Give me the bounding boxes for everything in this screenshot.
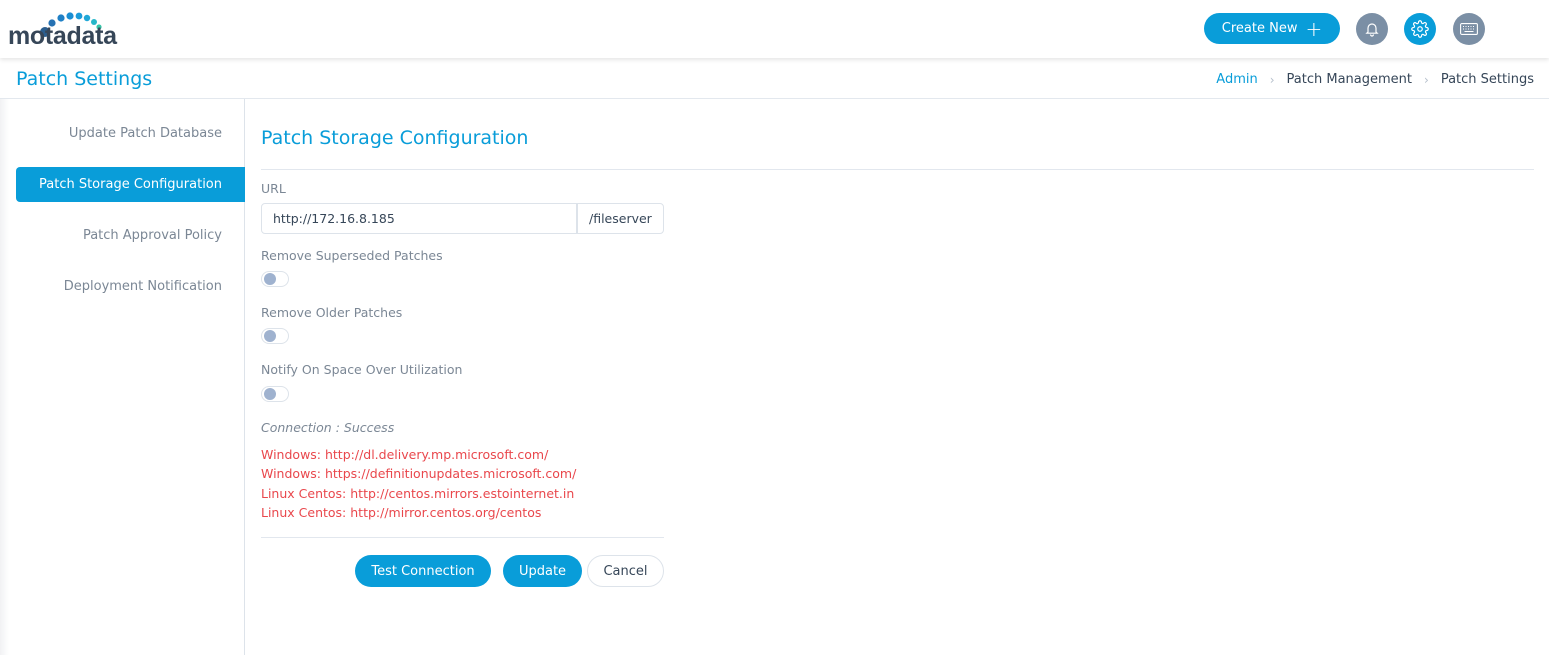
cancel-button[interactable]: Cancel xyxy=(587,555,664,587)
sidebar-item-update-patch-database[interactable]: Update Patch Database xyxy=(16,116,245,151)
repository-url: Linux Centos: http://mirror.centos.org/c… xyxy=(261,504,542,520)
chevron-right-icon: › xyxy=(1424,72,1429,87)
toggle-knob xyxy=(264,273,276,285)
plus-icon: + xyxy=(1305,16,1323,41)
connection-status: Connection : Success xyxy=(261,420,395,435)
keyboard-icon xyxy=(1460,23,1478,35)
logo-text: motadata xyxy=(8,22,117,50)
chevron-right-icon: › xyxy=(1269,72,1275,87)
repository-url: Linux Centos: http://centos.mirrors.esto… xyxy=(261,485,575,501)
remove-older-label: Remove Older Patches xyxy=(261,305,403,320)
notify-space-label: Notify On Space Over Utilization xyxy=(261,362,463,377)
test-connection-button[interactable]: Test Connection xyxy=(355,555,491,587)
breadcrumb-patch-management[interactable]: Patch Management xyxy=(1287,72,1412,87)
settings-sidebar: Update Patch Database Patch Storage Conf… xyxy=(0,99,245,655)
divider xyxy=(261,169,1534,170)
section-title: Patch Storage Configuration xyxy=(261,127,529,149)
remove-older-toggle[interactable] xyxy=(261,328,289,344)
breadcrumb: Admin › Patch Management › Patch Setting… xyxy=(1216,72,1534,87)
create-new-button[interactable]: Create New + xyxy=(1204,13,1340,44)
keyboard-shortcuts-button[interactable] xyxy=(1453,13,1485,45)
sidebar-item-patch-approval-policy[interactable]: Patch Approval Policy xyxy=(16,218,245,253)
repository-list: Windows: http://dl.delivery.mp.microsoft… xyxy=(261,445,576,522)
sidebar-item-patch-storage-configuration[interactable]: Patch Storage Configuration xyxy=(16,167,245,202)
repository-url: Windows: http://dl.delivery.mp.microsoft… xyxy=(261,447,549,462)
remove-superseded-toggle[interactable] xyxy=(261,271,289,287)
page-title: Patch Settings xyxy=(16,68,153,90)
breadcrumb-patch-settings: Patch Settings xyxy=(1440,72,1534,87)
settings-button[interactable] xyxy=(1404,13,1436,45)
update-button[interactable]: Update xyxy=(503,555,582,587)
breadcrumb-admin[interactable]: Admin xyxy=(1216,72,1257,87)
url-input[interactable] xyxy=(261,203,577,234)
sidebar-item-deployment-notification[interactable]: Deployment Notification xyxy=(16,269,245,304)
remove-superseded-label: Remove Superseded Patches xyxy=(261,248,443,263)
toggle-knob xyxy=(264,388,276,400)
gear-icon xyxy=(1411,20,1429,38)
url-label: URL xyxy=(261,181,286,196)
url-suffix: /fileserver xyxy=(577,203,664,234)
toggle-knob xyxy=(264,330,276,342)
repository-url: Windows: https://definitionupdates.micro… xyxy=(261,466,577,482)
top-header: motadata Create New + xyxy=(0,0,1549,58)
page-title-bar: Patch Settings Admin › Patch Management … xyxy=(0,58,1549,99)
create-new-label: Create New xyxy=(1221,21,1298,36)
divider xyxy=(261,537,664,538)
notify-space-toggle[interactable] xyxy=(261,386,289,402)
notifications-button[interactable] xyxy=(1356,13,1388,45)
bell-icon xyxy=(1365,23,1379,37)
motadata-logo[interactable]: motadata xyxy=(8,10,138,50)
